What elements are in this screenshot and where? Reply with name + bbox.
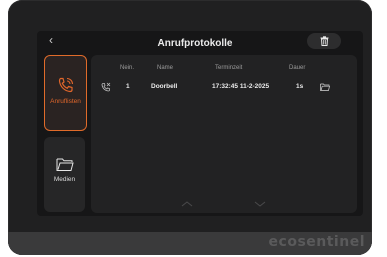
column-header-name: Name bbox=[157, 65, 174, 71]
sidebar-item-medien[interactable]: Medien bbox=[44, 137, 85, 212]
phone-call-icon bbox=[58, 77, 73, 93]
page-title: Anrufprotokolle bbox=[157, 38, 233, 49]
delete-button[interactable] bbox=[307, 33, 341, 49]
chevron-up-icon[interactable] bbox=[181, 201, 193, 207]
back-button[interactable]: ‹ bbox=[44, 33, 58, 47]
column-header-time: Terminzeit bbox=[215, 65, 243, 71]
trash-icon bbox=[320, 36, 328, 46]
row-number: 1 bbox=[126, 83, 130, 90]
chevron-down-icon[interactable] bbox=[254, 201, 266, 207]
call-log-table bbox=[91, 55, 357, 213]
row-duration: 1s bbox=[296, 83, 304, 90]
column-header-number: Nein. bbox=[120, 65, 135, 71]
brand-logo: ecosentinel bbox=[268, 234, 365, 250]
sidebar-item-label: Anruflisten bbox=[50, 98, 81, 105]
row-name: Doorbell bbox=[151, 83, 178, 90]
sidebar-item-anruflisten[interactable]: Anruflisten bbox=[44, 55, 87, 131]
folder-icon bbox=[56, 158, 74, 171]
row-time: 17:32:45 11-2-2025 bbox=[212, 83, 270, 90]
folder-icon[interactable] bbox=[320, 83, 330, 91]
column-header-duration: Dauer bbox=[289, 65, 306, 71]
sidebar-item-label: Medien bbox=[53, 176, 76, 183]
missed-call-icon bbox=[101, 82, 111, 92]
